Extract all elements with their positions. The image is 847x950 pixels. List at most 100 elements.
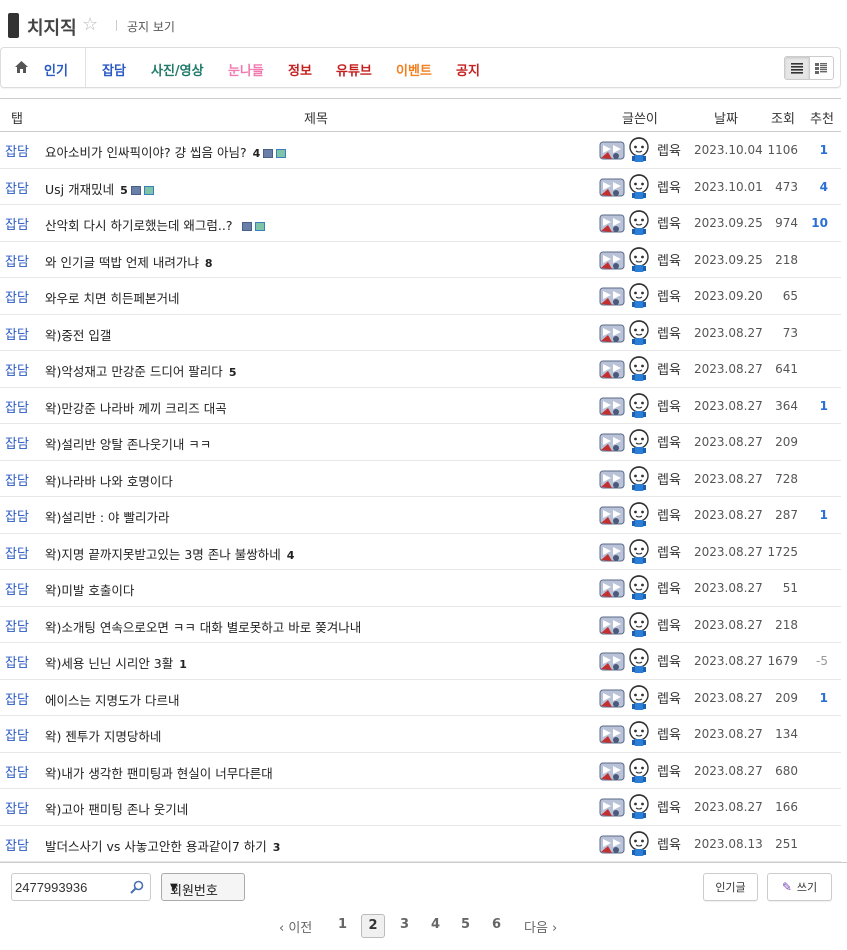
- board-title[interactable]: 치지직: [27, 14, 77, 40]
- write-button[interactable]: ✎ 쓰기: [767, 873, 832, 901]
- post-subject[interactable]: 산악회 다시 하기로했는데 왜그럼..?: [45, 218, 233, 233]
- post-category[interactable]: 잡담: [5, 214, 29, 233]
- writer-name[interactable]: 렙육: [657, 359, 681, 378]
- post-category[interactable]: 잡담: [5, 543, 29, 562]
- post-subject[interactable]: 왁)만강준 나라바 께끼 크리즈 대곡: [45, 401, 227, 416]
- post-subject[interactable]: 발더스사기 vs 사놓고안한 용과같이7 하기: [45, 839, 267, 854]
- tab-nunnadeul[interactable]: 눈나들: [228, 60, 264, 79]
- writer-name[interactable]: 렙육: [657, 286, 681, 305]
- comment-count[interactable]: 5: [229, 366, 237, 379]
- tab-chat[interactable]: 잡담: [102, 60, 126, 79]
- page-link[interactable]: 3: [400, 917, 409, 932]
- writer-name[interactable]: 렙육: [657, 578, 681, 597]
- post-category[interactable]: 잡담: [5, 579, 29, 598]
- post-writer[interactable]: 렙육: [599, 356, 689, 384]
- post-category[interactable]: 잡담: [5, 251, 29, 270]
- post-category[interactable]: 잡담: [5, 835, 29, 854]
- page-link[interactable]: 4: [431, 917, 440, 932]
- comment-count[interactable]: 1: [179, 658, 187, 671]
- post-category[interactable]: 잡담: [5, 141, 29, 160]
- post-subject[interactable]: 왁)나라바 나와 호명이다: [45, 474, 173, 489]
- favorite-star-icon[interactable]: ☆: [82, 14, 98, 35]
- post-subject[interactable]: 요아소비가 인싸픽이야? 걍 씹음 아님?: [45, 145, 247, 160]
- post-subject[interactable]: 왁) 젠투가 지명당하네: [45, 729, 161, 744]
- notice-link[interactable]: 공지 보기: [127, 18, 175, 35]
- post-category[interactable]: 잡담: [5, 689, 29, 708]
- post-subject[interactable]: 왁)설리반 : 야 빨리가라: [45, 510, 170, 525]
- current-page[interactable]: 2: [361, 914, 385, 938]
- comment-count[interactable]: 3: [273, 841, 281, 854]
- writer-name[interactable]: 렙육: [657, 177, 681, 196]
- post-category[interactable]: 잡담: [5, 506, 29, 525]
- search-type-select[interactable]: 회원번호 ▼: [161, 873, 245, 901]
- writer-name[interactable]: 렙육: [657, 724, 681, 743]
- post-category[interactable]: 잡담: [5, 470, 29, 489]
- prev-page-link[interactable]: ‹ 이전: [279, 917, 312, 936]
- page-link[interactable]: 5: [461, 917, 470, 932]
- tab-popular[interactable]: 인기: [44, 60, 68, 79]
- tab-notice[interactable]: 공지: [456, 60, 480, 79]
- post-subject[interactable]: 왁)지명 끝까지못받고있는 3명 존나 불쌍하네: [45, 547, 281, 562]
- writer-name[interactable]: 렙육: [657, 396, 681, 415]
- page-link[interactable]: 6: [492, 917, 501, 932]
- post-writer[interactable]: 렙육: [599, 538, 689, 567]
- writer-name[interactable]: 렙육: [657, 615, 681, 634]
- post-category[interactable]: 잡담: [5, 360, 29, 379]
- writer-name[interactable]: 렙육: [657, 250, 681, 269]
- post-writer[interactable]: 렙육: [599, 684, 689, 713]
- post-category[interactable]: 잡담: [5, 798, 29, 817]
- post-writer[interactable]: 렙육: [599, 429, 689, 457]
- post-subject[interactable]: 왁)고아 팬미팅 존나 웃기네: [45, 802, 188, 817]
- post-category[interactable]: 잡담: [5, 652, 29, 671]
- post-writer[interactable]: 렙육: [599, 137, 689, 165]
- writer-name[interactable]: 렙육: [657, 651, 681, 670]
- post-writer[interactable]: 렙육: [599, 173, 689, 202]
- next-page-link[interactable]: 다음 ›: [524, 917, 557, 936]
- post-writer[interactable]: 렙육: [599, 465, 689, 494]
- search-icon[interactable]: [130, 880, 144, 894]
- writer-name[interactable]: 렙육: [657, 323, 681, 342]
- comment-count[interactable]: 8: [205, 257, 213, 270]
- writer-name[interactable]: 렙육: [657, 688, 681, 707]
- post-writer[interactable]: 렙육: [599, 721, 689, 749]
- post-subject[interactable]: 왁)세용 닌닌 시리안 3활: [45, 656, 173, 671]
- post-writer[interactable]: 렙육: [599, 611, 689, 640]
- post-writer[interactable]: 렙육: [599, 210, 689, 238]
- writer-name[interactable]: 렙육: [657, 797, 681, 816]
- post-category[interactable]: 잡담: [5, 762, 29, 781]
- writer-name[interactable]: 렙육: [657, 761, 681, 780]
- post-category[interactable]: 잡담: [5, 616, 29, 635]
- writer-name[interactable]: 렙육: [657, 542, 681, 561]
- home-icon[interactable]: [15, 61, 28, 73]
- search-input[interactable]: [12, 874, 122, 900]
- post-subject[interactable]: 왁)중전 입갤: [45, 328, 111, 343]
- post-writer[interactable]: 렙육: [599, 283, 689, 311]
- post-category[interactable]: 잡담: [5, 178, 29, 197]
- post-subject[interactable]: 왁)설리반 앙탈 존나웃기내 ㅋㅋ: [45, 437, 211, 452]
- post-category[interactable]: 잡담: [5, 397, 29, 416]
- post-subject[interactable]: Usj 개재밌네: [45, 182, 114, 197]
- post-subject[interactable]: 왁)내가 생각한 팬미팅과 현실이 너무다른대: [45, 766, 273, 781]
- writer-name[interactable]: 렙육: [657, 213, 681, 232]
- writer-name[interactable]: 렙육: [657, 432, 681, 451]
- post-subject[interactable]: 에이스는 지명도가 다르내: [45, 693, 179, 708]
- post-subject[interactable]: 왁)악성재고 만강준 드디어 팔리다: [45, 364, 223, 379]
- post-category[interactable]: 잡담: [5, 324, 29, 343]
- post-category[interactable]: 잡담: [5, 725, 29, 744]
- tab-youtube[interactable]: 유튜브: [336, 60, 372, 79]
- post-writer[interactable]: 렙육: [599, 319, 689, 348]
- writer-name[interactable]: 렙육: [657, 140, 681, 159]
- writer-name[interactable]: 렙육: [657, 834, 681, 853]
- tab-photo-video[interactable]: 사진/영상: [151, 60, 204, 79]
- post-writer[interactable]: 렙육: [599, 502, 689, 530]
- post-category[interactable]: 잡담: [5, 433, 29, 452]
- post-writer[interactable]: 렙육: [599, 246, 689, 275]
- comment-count[interactable]: 5: [120, 184, 128, 197]
- tab-info[interactable]: 정보: [288, 60, 312, 79]
- post-writer[interactable]: 렙육: [599, 794, 689, 822]
- page-link[interactable]: 1: [338, 917, 347, 932]
- post-writer[interactable]: 렙육: [599, 392, 689, 421]
- post-category[interactable]: 잡담: [5, 287, 29, 306]
- post-subject[interactable]: 와우로 치면 히든페본거네: [45, 291, 179, 306]
- tab-event[interactable]: 이벤트: [396, 60, 432, 79]
